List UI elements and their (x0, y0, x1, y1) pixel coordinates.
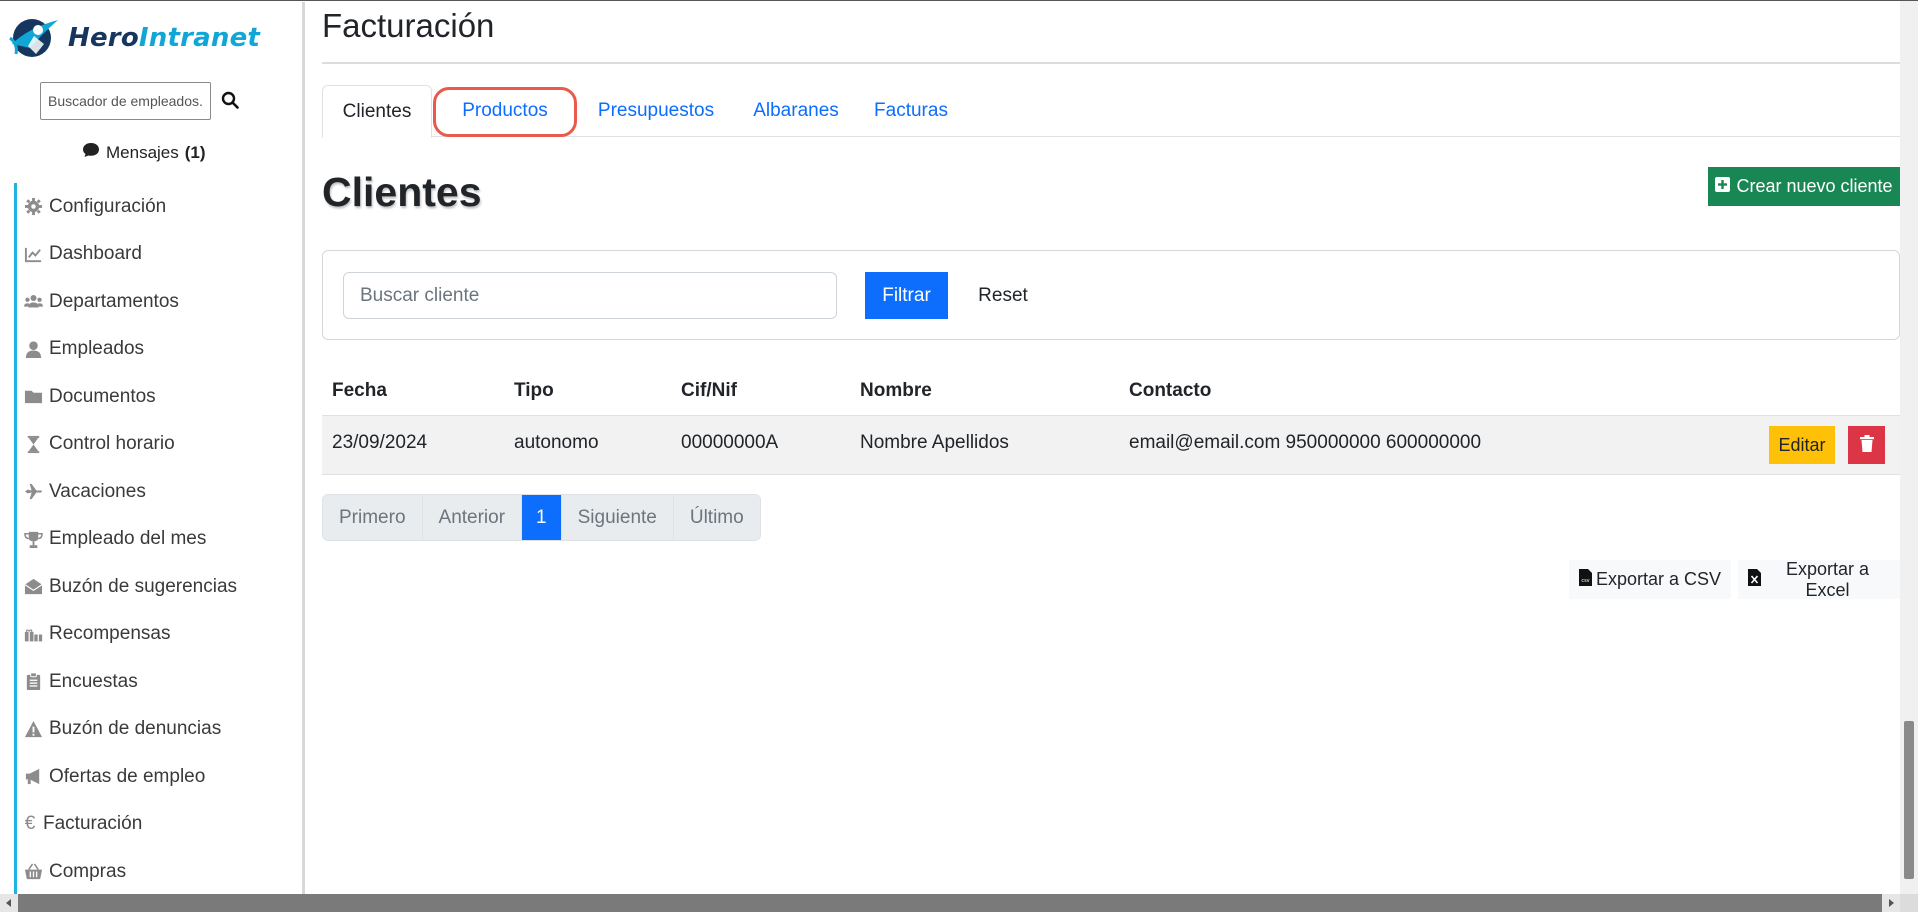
messages-count: (1) (184, 142, 206, 162)
sidebar-item-encuestas[interactable]: Encuestas (14, 658, 302, 706)
pagination-first[interactable]: Primero (323, 495, 423, 540)
pagination-next[interactable]: Siguiente (561, 495, 674, 540)
sidebar-item-control-horario[interactable]: Control horario (14, 420, 302, 468)
file-excel-icon (1748, 568, 1761, 591)
scroll-left-icon[interactable] (0, 894, 18, 912)
vertical-scroll-thumb[interactable] (1904, 721, 1914, 879)
sidebar-item-facturacion[interactable]: € Facturación (14, 800, 302, 848)
svg-text:csv: csv (1581, 578, 1589, 584)
delete-button[interactable] (1848, 426, 1885, 464)
cell-tipo: autonomo (514, 432, 599, 453)
folder-icon (23, 387, 43, 407)
create-client-button[interactable]: Crear nuevo cliente (1708, 167, 1900, 206)
hourglass-icon (23, 434, 43, 454)
section-title: Clientes (322, 169, 482, 215)
horizontal-scrollbar[interactable] (0, 894, 1918, 912)
chart-line-icon (23, 244, 43, 264)
page-title: Facturación (322, 7, 495, 44)
megaphone-icon (23, 767, 43, 787)
client-search-input[interactable] (343, 272, 837, 319)
messages-link[interactable]: Mensajes (1) (82, 142, 206, 163)
sidebar-item-departamentos[interactable]: Departamentos (14, 278, 302, 326)
main-content: Facturación Clientes Productos Presupues… (322, 1, 1900, 894)
sidebar-item-ofertas-empleo[interactable]: Ofertas de empleo (14, 753, 302, 801)
messages-label: Mensajes (106, 142, 179, 162)
search-icon[interactable] (218, 88, 242, 112)
sidebar-item-empleado-del-mes[interactable]: Empleado del mes (14, 515, 302, 563)
cell-nombre: Nombre Apellidos (860, 432, 1009, 453)
browser-viewport: HeroIntranet Mensajes (1) Configuración … (0, 0, 1918, 912)
filter-card: Filtrar Reset (322, 250, 1900, 340)
trash-icon (1859, 435, 1874, 455)
sidebar: HeroIntranet Mensajes (1) Configuración … (0, 2, 305, 895)
plus-square-icon (1715, 176, 1731, 197)
sidebar-nav: Configuración Dashboard Departamentos Em… (14, 183, 302, 895)
pagination-previous[interactable]: Anterior (422, 495, 523, 540)
hero-logo-icon (9, 19, 58, 57)
envelope-open-icon (23, 577, 43, 597)
warning-icon (23, 719, 43, 739)
divider (322, 62, 1900, 64)
clients-table: Fecha Tipo Cif/Nif Nombre Contacto 23/09… (322, 366, 1900, 475)
tab-productos[interactable]: Productos (446, 85, 564, 137)
sidebar-item-buzon-sugerencias[interactable]: Buzón de sugerencias (14, 563, 302, 611)
tab-bar: Clientes Productos Presupuestos Albarane… (322, 85, 1900, 138)
table-row: 23/09/2024 autonomo 00000000A Nombre Ape… (322, 416, 1900, 475)
pagination-last[interactable]: Último (673, 495, 760, 540)
gifts-icon (23, 624, 43, 644)
sidebar-item-compras[interactable]: Compras (14, 848, 302, 895)
comment-icon (82, 142, 100, 163)
cell-cif: 00000000A (681, 432, 779, 453)
reset-button[interactable]: Reset (963, 272, 1043, 319)
column-header-contacto[interactable]: Contacto (1129, 380, 1211, 402)
user-icon (23, 339, 43, 359)
sidebar-item-empleados[interactable]: Empleados (14, 325, 302, 373)
filter-button[interactable]: Filtrar (865, 272, 948, 319)
edit-button[interactable]: Editar (1769, 426, 1835, 464)
sidebar-item-dashboard[interactable]: Dashboard (14, 230, 302, 278)
file-csv-icon: csv (1579, 568, 1592, 591)
basket-icon (23, 862, 43, 882)
table-header: Fecha Tipo Cif/Nif Nombre Contacto (322, 366, 1900, 416)
create-client-label: Crear nuevo cliente (1736, 176, 1893, 196)
export-csv-label: Exportar a CSV (1596, 569, 1722, 589)
trophy-icon (23, 529, 43, 549)
column-header-tipo[interactable]: Tipo (514, 380, 554, 402)
sidebar-item-vacaciones[interactable]: Vacaciones (14, 468, 302, 516)
column-header-nombre[interactable]: Nombre (860, 380, 932, 402)
export-excel-button[interactable]: Exportar a Excel (1738, 558, 1900, 600)
clipboard-list-icon (23, 672, 43, 692)
column-header-cif[interactable]: Cif/Nif (681, 380, 737, 402)
sidebar-item-buzon-denuncias[interactable]: Buzón de denuncias (14, 705, 302, 753)
users-icon (23, 292, 43, 312)
vertical-scrollbar[interactable] (1900, 1, 1918, 894)
app-logo-text: HeroIntranet (68, 23, 261, 53)
employee-search-input[interactable] (40, 82, 211, 120)
scroll-right-icon[interactable] (1882, 894, 1900, 912)
sidebar-item-recompensas[interactable]: Recompensas (14, 610, 302, 658)
tab-facturas[interactable]: Facturas (864, 85, 958, 137)
tab-clientes[interactable]: Clientes (322, 85, 432, 138)
sidebar-item-documentos[interactable]: Documentos (14, 373, 302, 421)
app-logo[interactable]: HeroIntranet (8, 14, 260, 62)
tab-albaranes[interactable]: Albaranes (740, 85, 852, 137)
export-excel-label: Exportar a Excel (1785, 558, 1870, 600)
euro-icon: € (24, 813, 36, 835)
cell-contacto: email@email.com 950000000 600000000 (1129, 432, 1482, 453)
export-csv-button[interactable]: csv Exportar a CSV (1569, 560, 1732, 599)
gear-icon (23, 197, 43, 217)
sidebar-item-configuracion[interactable]: Configuración (14, 183, 302, 231)
plane-icon (23, 482, 43, 502)
pagination-current[interactable]: 1 (522, 495, 562, 540)
scroll-corner (1900, 894, 1918, 912)
pagination: Primero Anterior 1 Siguiente Último (322, 494, 761, 541)
cell-fecha: 23/09/2024 (332, 432, 428, 453)
tab-presupuestos[interactable]: Presupuestos (578, 85, 734, 137)
column-header-fecha[interactable]: Fecha (332, 380, 387, 402)
